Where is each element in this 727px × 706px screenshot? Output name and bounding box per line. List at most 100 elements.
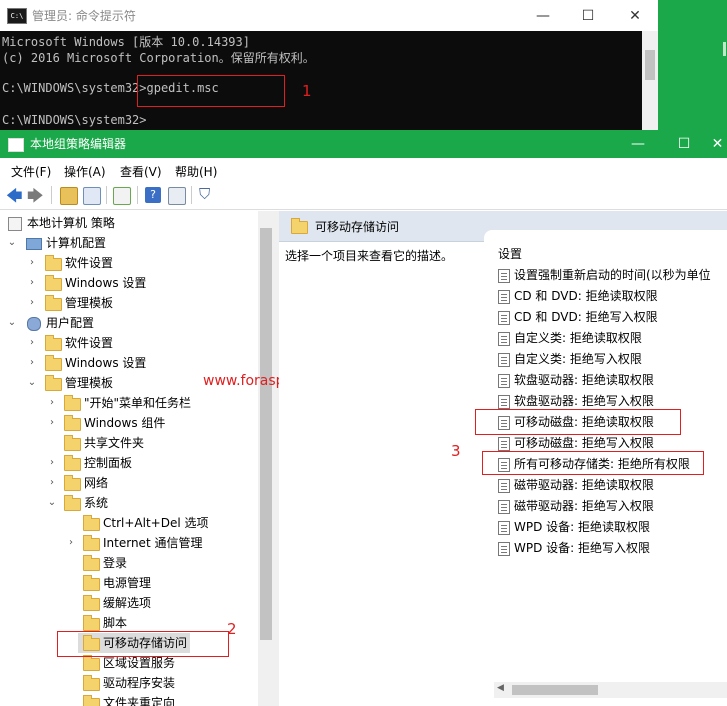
menu-action[interactable]: 操作(A)	[64, 163, 106, 180]
cmd-scroll-thumb[interactable]	[645, 50, 655, 80]
chevron-right-icon[interactable]: ›	[47, 473, 57, 493]
tree-item-folder-redirect[interactable]: 文件夹重定向	[0, 693, 258, 706]
menu-view[interactable]: 查看(V)	[120, 163, 162, 180]
console-line: C:\WINDOWS\system32>	[2, 113, 147, 127]
folder-icon	[83, 555, 100, 571]
chevron-right-icon[interactable]: ›	[47, 453, 57, 473]
tree-item-uc-software[interactable]: › 软件设置	[0, 333, 258, 353]
forward-arrow-icon[interactable]: 🡆	[27, 185, 44, 212]
help-icon[interactable]: ?	[145, 187, 161, 203]
policy-setting-icon	[498, 395, 510, 409]
tree-item-power[interactable]: 电源管理	[0, 573, 258, 593]
chevron-right-icon[interactable]: ›	[27, 353, 37, 373]
policy-label: 磁带驱动器: 拒绝写入权限	[514, 499, 654, 513]
folder-icon	[83, 655, 100, 671]
tree-item-label: "开始"菜单和任务栏	[84, 396, 192, 410]
column-header-setting[interactable]: 设置	[498, 245, 522, 262]
folder-icon	[83, 575, 100, 591]
gpedit-minimize-button[interactable]: —	[624, 134, 652, 154]
tree-item-system[interactable]: ⌄ 系统	[0, 493, 258, 513]
export-list-icon[interactable]	[113, 187, 131, 205]
tree-item-cc-admin[interactable]: › 管理模板	[0, 293, 258, 313]
computer-icon	[26, 238, 42, 250]
chevron-right-icon[interactable]: ›	[27, 253, 37, 273]
chevron-right-icon[interactable]: ›	[47, 413, 57, 433]
tree-item-label: 文件夹重定向	[103, 696, 176, 706]
tree-item-cc-software[interactable]: › 软件设置	[0, 253, 258, 273]
folder-icon	[45, 295, 62, 311]
tree-item-internet-comm[interactable]: › Internet 通信管理	[0, 533, 258, 553]
up-folder-icon[interactable]	[60, 187, 78, 205]
folder-icon	[83, 515, 100, 531]
chevron-right-icon[interactable]: ›	[66, 533, 76, 553]
horizontal-scroll-thumb[interactable]	[512, 685, 598, 695]
cmd-window-title: 管理员: 命令提示符	[32, 9, 136, 23]
cmd-console[interactable]: Microsoft Windows [版本 10.0.14393] (c) 20…	[0, 31, 642, 130]
back-arrow-icon[interactable]: 🡄	[6, 185, 23, 212]
tree-item-scripts[interactable]: 脚本	[0, 613, 258, 633]
folder-icon	[64, 455, 81, 471]
tree-item-label: Windows 组件	[84, 416, 166, 430]
tree-item-uc-windows[interactable]: › Windows 设置	[0, 353, 258, 373]
policy-setting-icon	[498, 311, 510, 325]
folder-icon	[83, 595, 100, 611]
tree-item-ctrl-alt-del[interactable]: Ctrl+Alt+Del 选项	[0, 513, 258, 533]
menu-help[interactable]: 帮助(H)	[175, 163, 217, 180]
tree-item-label: 用户配置	[46, 316, 95, 330]
desktop-accent	[723, 42, 726, 56]
chevron-down-icon[interactable]: ⌄	[27, 373, 37, 393]
gpedit-window-title: 本地组策略编辑器	[30, 137, 127, 151]
policy-label: 软盘驱动器: 拒绝读取权限	[514, 373, 654, 387]
tree-item-label: 软件设置	[65, 256, 114, 270]
chevron-right-icon[interactable]: ›	[27, 273, 37, 293]
policy-setting-icon	[498, 521, 510, 535]
policy-label: 自定义类: 拒绝读取权限	[514, 331, 642, 345]
show-hide-tree-icon[interactable]	[83, 187, 101, 205]
tree-item-user-config[interactable]: ⌄ 用户配置	[0, 313, 258, 333]
annotation-box-3	[475, 409, 681, 435]
filter-icon[interactable]: ⛉	[199, 185, 210, 203]
scroll-left-arrow-icon[interactable]: ◀	[497, 683, 504, 693]
gpedit-close-button[interactable]: ✕	[708, 134, 727, 154]
chevron-right-icon[interactable]: ›	[27, 333, 37, 353]
tree-item-logon[interactable]: 登录	[0, 553, 258, 573]
chevron-down-icon[interactable]: ⌄	[7, 313, 17, 333]
details-header-title: 可移动存储访问	[315, 220, 400, 234]
tree-item-mitigation[interactable]: 缓解选项	[0, 593, 258, 613]
cmd-minimize-button[interactable]: —	[528, 6, 558, 26]
tree-item-driver-install[interactable]: 驱动程序安装	[0, 673, 258, 693]
tree-item-start-menu[interactable]: › "开始"菜单和任务栏	[0, 393, 258, 413]
tree-item-computer-config[interactable]: ⌄ 计算机配置	[0, 233, 258, 253]
folder-icon	[83, 695, 100, 706]
toolbar-separator	[137, 186, 138, 204]
tree-scroll-thumb[interactable]	[260, 228, 272, 640]
tree-item-label: Internet 通信管理	[103, 536, 203, 550]
tree-item-network[interactable]: › 网络	[0, 473, 258, 493]
tree-item-windows-components[interactable]: › Windows 组件	[0, 413, 258, 433]
tree-item-label: 管理模板	[65, 376, 114, 390]
policy-label: 软盘驱动器: 拒绝写入权限	[514, 394, 654, 408]
tree-item-shared-folders[interactable]: 共享文件夹	[0, 433, 258, 453]
menu-file[interactable]: 文件(F)	[11, 163, 51, 180]
chevron-right-icon[interactable]: ›	[47, 393, 57, 413]
policy-setting-icon	[498, 437, 510, 451]
tree-item-label: 控制面板	[84, 456, 133, 470]
tree-item-label: 软件设置	[65, 336, 114, 350]
tree-item-label: Ctrl+Alt+Del 选项	[103, 516, 209, 530]
toolbar	[0, 182, 727, 210]
properties-icon[interactable]	[168, 187, 186, 205]
policy-setting-icon	[498, 353, 510, 367]
tree-item-cc-windows[interactable]: › Windows 设置	[0, 273, 258, 293]
cmd-scrollbar[interactable]	[642, 31, 658, 130]
cmd-icon: C:\	[7, 8, 27, 24]
tree-item-root[interactable]: 本地计算机 策略	[0, 213, 258, 233]
cmd-close-button[interactable]: ✕	[620, 6, 650, 26]
policy-setting-icon	[498, 269, 510, 283]
annotation-number-1: 1	[302, 82, 312, 100]
gpedit-maximize-button[interactable]: ☐	[670, 134, 698, 154]
tree-item-control-panel[interactable]: › 控制面板	[0, 453, 258, 473]
cmd-maximize-button[interactable]: ☐	[573, 6, 603, 26]
chevron-right-icon[interactable]: ›	[27, 293, 37, 313]
chevron-down-icon[interactable]: ⌄	[7, 233, 17, 253]
chevron-down-icon[interactable]: ⌄	[47, 493, 57, 513]
